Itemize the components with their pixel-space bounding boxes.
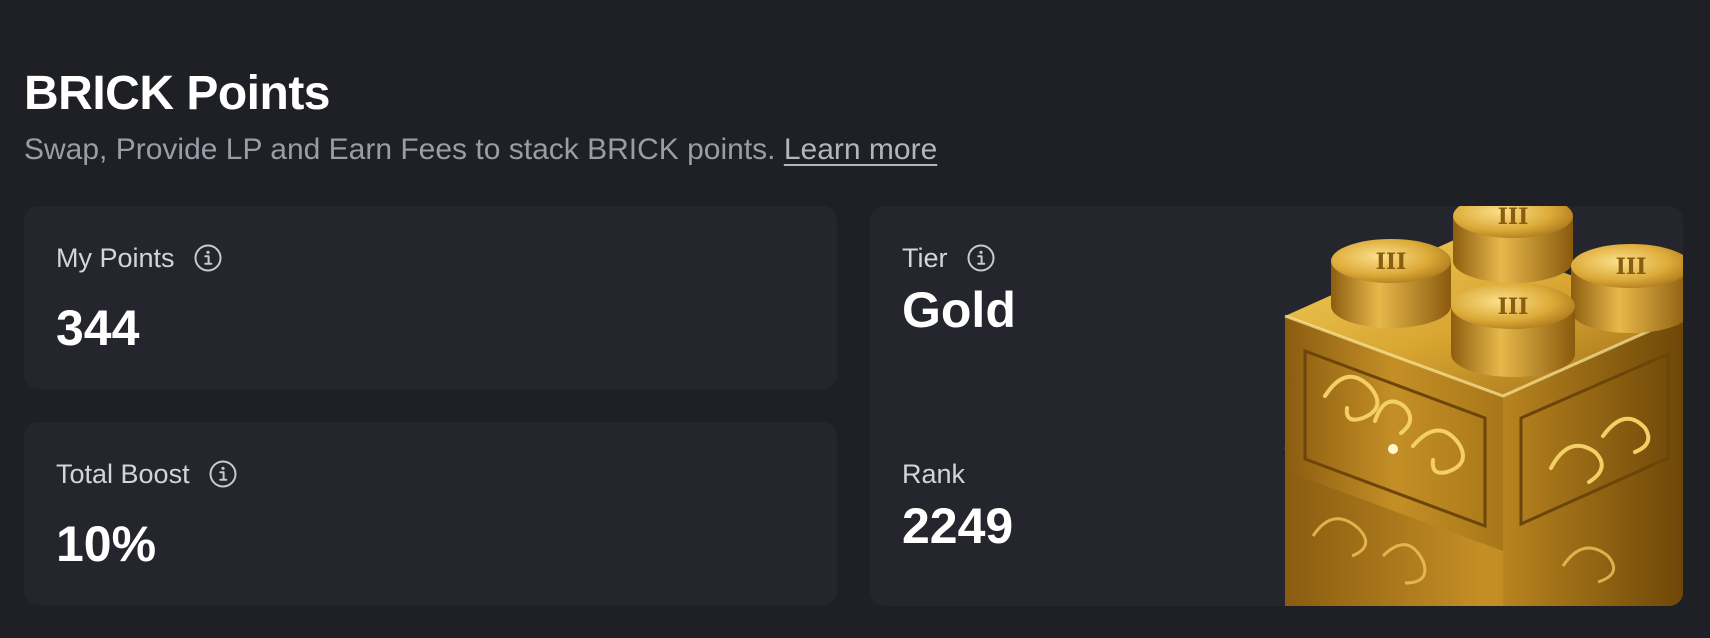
info-icon[interactable] <box>193 243 223 273</box>
my-points-value: 344 <box>56 300 140 356</box>
stud-mark: III <box>1498 294 1529 320</box>
stud-mark: III <box>1498 206 1529 230</box>
my-points-label-row: My Points <box>56 242 223 274</box>
page-subtitle: Swap, Provide LP and Earn Fees to stack … <box>24 130 937 170</box>
total-boost-card: Total Boost 10% <box>24 422 837 605</box>
tier-label: Tier <box>902 243 948 273</box>
tier-label-row: Tier <box>902 242 996 274</box>
learn-more-link[interactable]: Learn more <box>784 133 937 166</box>
rank-label: Rank <box>902 459 966 489</box>
subtitle-text: Swap, Provide LP and Earn Fees to stack … <box>24 133 776 166</box>
tier-rank-card: Tier Gold Rank 2249 III III III III <box>870 206 1683 606</box>
my-points-card: My Points 344 <box>24 206 837 389</box>
info-icon[interactable] <box>966 243 996 273</box>
brick-points-page: BRICK Points Swap, Provide LP and Earn F… <box>0 0 1710 638</box>
tier-value: Gold <box>902 282 1016 338</box>
total-boost-value: 10% <box>56 516 157 572</box>
stud-mark: III <box>1616 254 1647 280</box>
my-points-label: My Points <box>56 243 175 273</box>
rank-value: 2249 <box>902 498 1014 554</box>
rank-label-row: Rank <box>902 458 965 490</box>
gold-brick-image: III III III III <box>1283 206 1683 606</box>
total-boost-label-row: Total Boost <box>56 458 238 490</box>
stud-mark: III <box>1376 249 1407 275</box>
page-title: BRICK Points <box>24 67 331 120</box>
info-icon[interactable] <box>208 459 238 489</box>
total-boost-label: Total Boost <box>56 459 190 489</box>
